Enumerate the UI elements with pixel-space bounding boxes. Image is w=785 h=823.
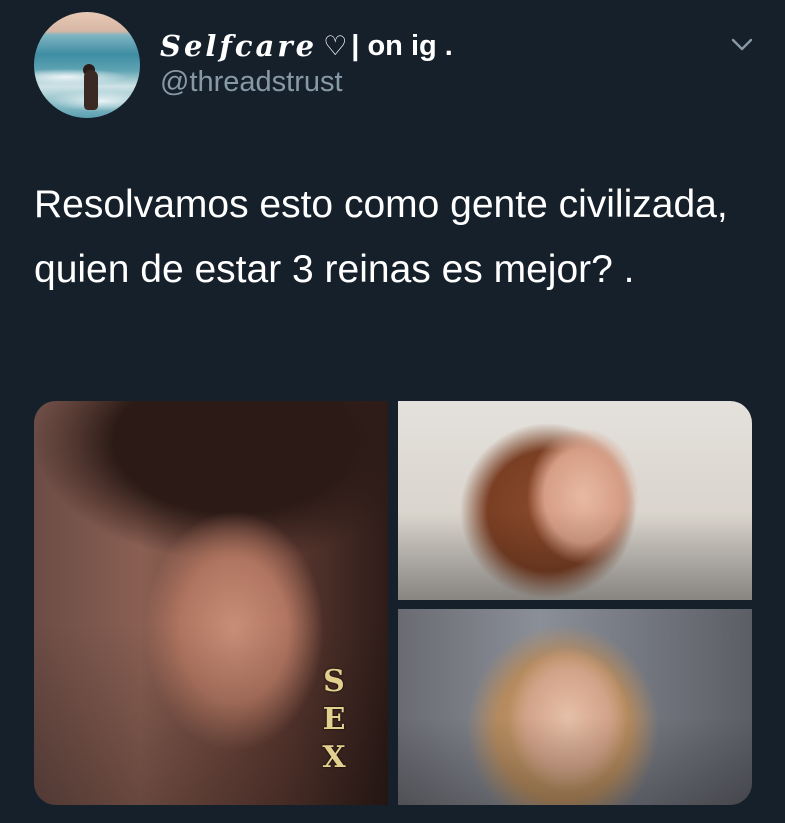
photo-shade	[398, 401, 752, 600]
media-grid: SEX	[34, 401, 752, 805]
chevron-down-icon[interactable]	[728, 30, 756, 58]
photo-3[interactable]	[398, 609, 752, 805]
photo-1[interactable]: SEX	[34, 401, 388, 805]
display-name-script: Selfcare	[160, 29, 318, 63]
tweet: Selfcare ♡ | on ig . @threadstrust Resol…	[0, 0, 785, 823]
earring-text: SEX	[317, 663, 351, 793]
earring-letters: SEX	[322, 664, 346, 775]
display-name[interactable]: Selfcare ♡ | on ig .	[160, 26, 453, 66]
avatar[interactable]	[34, 12, 140, 118]
display-name-suffix: | on ig .	[351, 29, 453, 62]
photo-2[interactable]	[398, 401, 752, 600]
tweet-text: Resolvamos esto como gente civilizada, q…	[34, 183, 728, 291]
user-handle[interactable]: @threadstrust	[160, 66, 343, 99]
photo-shade	[398, 609, 752, 805]
avatar-person	[84, 70, 98, 110]
heart-icon: ♡	[323, 30, 348, 62]
